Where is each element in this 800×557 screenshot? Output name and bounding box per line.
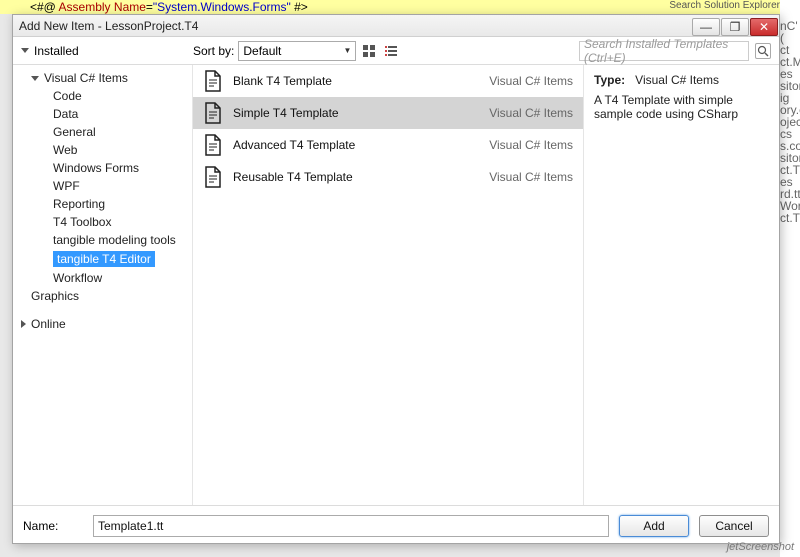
- sort-by-dropdown[interactable]: Default ▼: [238, 41, 356, 61]
- solution-explorer-strip: nC' ( ct ct.M es sitor ig ory.c ojec cs …: [780, 0, 800, 557]
- document-icon: [203, 102, 223, 124]
- chevron-down-icon: [31, 76, 39, 81]
- view-tiles-button[interactable]: [360, 42, 378, 60]
- add-new-item-dialog: Add New Item - LessonProject.T4 — ❐ ✕ In…: [12, 14, 780, 544]
- search-button[interactable]: [755, 43, 771, 59]
- tree-item-graphics[interactable]: Graphics: [13, 287, 192, 305]
- template-row-category: Visual C# Items: [489, 74, 573, 88]
- name-input[interactable]: Template1.tt: [93, 515, 609, 537]
- tree-item-data[interactable]: Data: [13, 105, 192, 123]
- tree-item-windows-forms[interactable]: Windows Forms: [13, 159, 192, 177]
- tree-item-wpf[interactable]: WPF: [13, 177, 192, 195]
- details-type-label: Type:: [594, 73, 625, 87]
- tree-item-reporting[interactable]: Reporting: [13, 195, 192, 213]
- tree-item-tangible-t4-editor[interactable]: tangible T4 Editor: [13, 249, 192, 269]
- category-tree: Visual C# Items Code Data General Web Wi…: [13, 65, 193, 505]
- tree-item-workflow[interactable]: Workflow: [13, 269, 192, 287]
- cancel-button[interactable]: Cancel: [699, 515, 769, 537]
- template-row-label: Reusable T4 Template: [233, 170, 479, 184]
- template-list: Blank T4 Template Visual C# Items Simple…: [193, 65, 584, 505]
- document-icon: [203, 70, 223, 92]
- add-button[interactable]: Add: [619, 515, 689, 537]
- template-row-advanced-t4[interactable]: Advanced T4 Template Visual C# Items: [193, 129, 583, 161]
- solution-explorer-search-label: Search Solution Explorer: [669, 0, 780, 11]
- installed-heading[interactable]: Installed: [21, 44, 193, 58]
- tree-item-t4-toolbox[interactable]: T4 Toolbox: [13, 213, 192, 231]
- list-icon: [384, 44, 398, 58]
- tree-item-online[interactable]: Online: [13, 315, 192, 333]
- sort-area: Sort by: Default ▼: [193, 41, 400, 61]
- template-row-simple-t4[interactable]: Simple T4 Template Visual C# Items: [193, 97, 583, 129]
- template-row-reusable-t4[interactable]: Reusable T4 Template Visual C# Items: [193, 161, 583, 193]
- template-row-category: Visual C# Items: [489, 170, 573, 184]
- view-list-button[interactable]: [382, 42, 400, 60]
- template-row-category: Visual C# Items: [489, 106, 573, 120]
- dialog-body: Visual C# Items Code Data General Web Wi…: [13, 65, 779, 505]
- footer: Name: Template1.tt Add Cancel: [13, 505, 779, 545]
- chevron-down-icon: ▼: [343, 46, 351, 55]
- topbar: Installed Sort by: Default ▼ Search Inst…: [13, 37, 779, 65]
- tree-item-tangible-modeling[interactable]: tangible modeling tools: [13, 231, 192, 249]
- tiles-icon: [362, 44, 376, 58]
- window-buttons: — ❐ ✕: [692, 16, 779, 36]
- template-row-label: Simple T4 Template: [233, 106, 479, 120]
- search-input[interactable]: Search Installed Templates (Ctrl+E): [579, 41, 749, 61]
- template-row-category: Visual C# Items: [489, 138, 573, 152]
- tree-item-web[interactable]: Web: [13, 141, 192, 159]
- details-description: A T4 Template with simple sample code us…: [594, 93, 769, 121]
- details-type-value: Visual C# Items: [635, 73, 719, 87]
- tree-item-general[interactable]: General: [13, 123, 192, 141]
- titlebar[interactable]: Add New Item - LessonProject.T4 — ❐ ✕: [13, 15, 779, 37]
- template-row-blank-t4[interactable]: Blank T4 Template Visual C# Items: [193, 65, 583, 97]
- template-row-label: Advanced T4 Template: [233, 138, 479, 152]
- search-area: Search Installed Templates (Ctrl+E): [579, 41, 771, 61]
- document-icon: [203, 166, 223, 188]
- details-type-line: Type: Visual C# Items: [594, 73, 769, 87]
- close-button[interactable]: ✕: [750, 18, 778, 36]
- template-row-label: Blank T4 Template: [233, 74, 479, 88]
- chevron-down-icon: [21, 48, 29, 53]
- name-label: Name:: [23, 519, 83, 533]
- window-title: Add New Item - LessonProject.T4: [19, 19, 692, 33]
- tree-item-code[interactable]: Code: [13, 87, 192, 105]
- sort-by-label: Sort by:: [193, 44, 234, 58]
- details-pane: Type: Visual C# Items A T4 Template with…: [584, 65, 779, 505]
- watermark: jetScreenshot: [727, 541, 794, 553]
- minimize-button[interactable]: —: [692, 18, 720, 36]
- restore-button[interactable]: ❐: [721, 18, 749, 36]
- magnifier-icon: [757, 45, 769, 57]
- document-icon: [203, 134, 223, 156]
- chevron-right-icon: [21, 320, 26, 328]
- tree-item-visual-csharp[interactable]: Visual C# Items: [13, 69, 192, 87]
